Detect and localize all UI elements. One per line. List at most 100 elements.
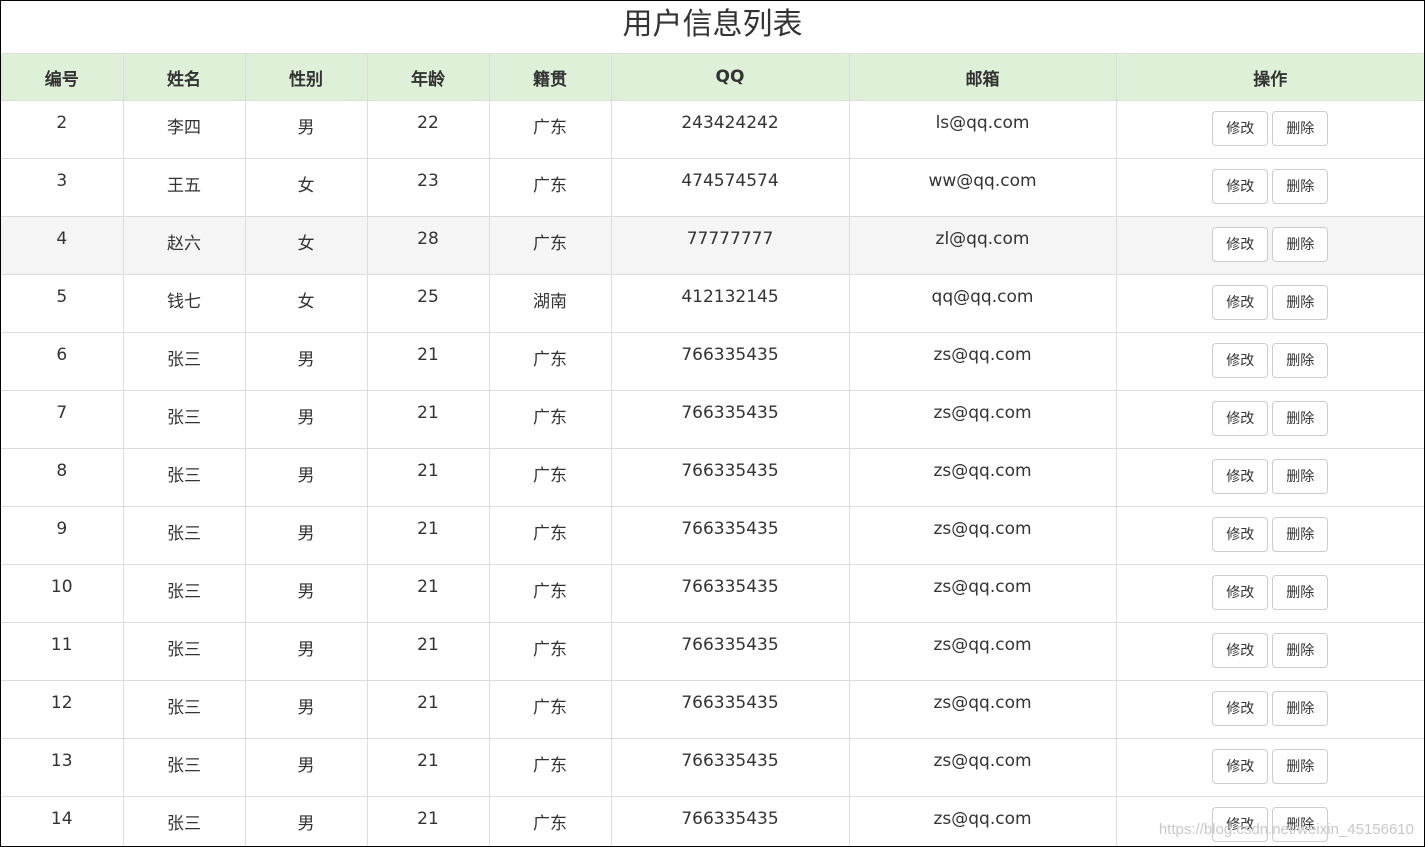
cell-hometown: 广东 bbox=[488, 448, 612, 507]
cell-name: 张三 bbox=[122, 390, 246, 449]
cell-name: 张三 bbox=[122, 622, 246, 681]
delete-button[interactable]: 删除 bbox=[1272, 633, 1329, 668]
cell-age-text: 21 bbox=[417, 751, 439, 771]
cell-name-text: 张三 bbox=[167, 466, 201, 486]
delete-button[interactable]: 删除 bbox=[1272, 111, 1329, 146]
table-row: 8 张三 男 21 广东 766335435 zs@qq.com 修改 删除 bbox=[1, 448, 1424, 507]
cell-email: qq@qq.com bbox=[848, 274, 1117, 333]
edit-button[interactable]: 修改 bbox=[1212, 111, 1269, 146]
cell-name-text: 张三 bbox=[167, 814, 201, 834]
edit-button[interactable]: 修改 bbox=[1212, 343, 1269, 378]
cell-name-text: 钱七 bbox=[167, 292, 201, 312]
cell-name: 钱七 bbox=[122, 274, 246, 333]
edit-button[interactable]: 修改 bbox=[1212, 459, 1269, 494]
header-id: 编号 bbox=[1, 53, 124, 101]
delete-button[interactable]: 删除 bbox=[1272, 227, 1329, 262]
delete-button[interactable]: 删除 bbox=[1272, 749, 1329, 784]
cell-gender: 男 bbox=[244, 564, 368, 623]
delete-button[interactable]: 删除 bbox=[1272, 343, 1329, 378]
cell-email-text: zs@qq.com bbox=[933, 519, 1032, 539]
cell-hometown-text: 广东 bbox=[533, 524, 567, 544]
cell-age: 21 bbox=[366, 390, 490, 449]
cell-hometown: 广东 bbox=[488, 158, 612, 217]
table-row: 6 张三 男 21 广东 766335435 zs@qq.com 修改 删除 bbox=[1, 332, 1424, 391]
cell-email: zs@qq.com bbox=[848, 390, 1117, 449]
row-actions: 修改 删除 bbox=[1117, 739, 1425, 784]
cell-actions: 修改 删除 bbox=[1115, 680, 1425, 739]
edit-button[interactable]: 修改 bbox=[1212, 285, 1269, 320]
cell-qq: 766335435 bbox=[610, 564, 850, 623]
cell-id: 13 bbox=[1, 738, 124, 797]
cell-age-text: 21 bbox=[417, 693, 439, 713]
cell-email-text: zs@qq.com bbox=[933, 809, 1032, 829]
cell-age: 23 bbox=[366, 158, 490, 217]
cell-age-text: 21 bbox=[417, 809, 439, 829]
cell-hometown: 广东 bbox=[488, 622, 612, 681]
table-row: 4 赵六 女 28 广东 77777777 zl@qq.com 修改 删除 bbox=[1, 216, 1425, 275]
cell-email-text: zs@qq.com bbox=[933, 751, 1032, 771]
cell-id-text: 3 bbox=[56, 171, 68, 191]
cell-actions: 修改 删除 bbox=[1115, 448, 1424, 507]
cell-name-text: 张三 bbox=[167, 756, 201, 776]
row-actions: 修改 删除 bbox=[1117, 391, 1425, 436]
cell-hometown: 广东 bbox=[488, 738, 612, 797]
cell-name-text: 张三 bbox=[167, 524, 201, 544]
edit-button[interactable]: 修改 bbox=[1212, 169, 1269, 204]
header-hometown: 籍贯 bbox=[488, 53, 612, 101]
cell-email-text: zs@qq.com bbox=[933, 635, 1032, 655]
cell-qq-text: 766335435 bbox=[681, 461, 779, 481]
table-row: 5 钱七 女 25 湖南 412132145 qq@qq.com 修改 删除 bbox=[1, 274, 1424, 333]
cell-age: 21 bbox=[366, 506, 490, 565]
cell-gender-text: 男 bbox=[297, 118, 315, 138]
cell-id-text: 4 bbox=[56, 229, 68, 249]
cell-age: 21 bbox=[366, 622, 490, 681]
table-row: 13 张三 男 21 广东 766335435 zs@qq.com 修改 删除 bbox=[1, 738, 1425, 797]
delete-button[interactable]: 删除 bbox=[1272, 401, 1329, 436]
cell-id: 9 bbox=[1, 506, 124, 565]
row-actions: 修改 删除 bbox=[1117, 159, 1425, 204]
cell-actions: 修改 删除 bbox=[1115, 564, 1424, 623]
delete-button[interactable]: 删除 bbox=[1272, 285, 1329, 320]
cell-age-text: 21 bbox=[417, 345, 439, 365]
cell-age: 25 bbox=[366, 274, 490, 333]
table-row: 10 张三 男 21 广东 766335435 zs@qq.com 修改 删除 bbox=[1, 564, 1424, 623]
edit-button[interactable]: 修改 bbox=[1212, 401, 1269, 436]
cell-gender: 男 bbox=[244, 622, 368, 681]
cell-email-text: zs@qq.com bbox=[933, 461, 1032, 481]
cell-gender: 男 bbox=[244, 390, 368, 449]
cell-name-text: 张三 bbox=[167, 408, 201, 428]
delete-button[interactable]: 删除 bbox=[1272, 691, 1329, 726]
delete-button[interactable]: 删除 bbox=[1272, 459, 1329, 494]
cell-gender-text: 男 bbox=[297, 466, 315, 486]
cell-qq: 412132145 bbox=[610, 274, 850, 333]
cell-email-text: ww@qq.com bbox=[928, 171, 1037, 191]
row-actions: 修改 删除 bbox=[1117, 217, 1425, 262]
cell-hometown: 广东 bbox=[488, 390, 612, 449]
delete-button[interactable]: 删除 bbox=[1272, 169, 1329, 204]
edit-button[interactable]: 修改 bbox=[1212, 691, 1269, 726]
table-row: 7 张三 男 21 广东 766335435 zs@qq.com 修改 删除 bbox=[1, 390, 1425, 449]
table-row: 11 张三 男 21 广东 766335435 zs@qq.com 修改 删除 bbox=[1, 622, 1424, 681]
edit-button[interactable]: 修改 bbox=[1212, 517, 1269, 552]
cell-hometown-text: 广东 bbox=[533, 466, 567, 486]
cell-qq-text: 766335435 bbox=[681, 693, 779, 713]
cell-gender: 男 bbox=[244, 738, 368, 797]
cell-qq-text: 243424242 bbox=[681, 113, 779, 133]
cell-qq-text: 77777777 bbox=[686, 229, 774, 249]
cell-name-text: 张三 bbox=[167, 350, 201, 370]
cell-id-text: 7 bbox=[56, 403, 68, 423]
cell-name-text: 张三 bbox=[167, 698, 201, 718]
cell-age-text: 21 bbox=[417, 403, 439, 423]
delete-button[interactable]: 删除 bbox=[1272, 575, 1329, 610]
edit-button[interactable]: 修改 bbox=[1212, 633, 1269, 668]
cell-id: 5 bbox=[1, 274, 124, 333]
edit-button[interactable]: 修改 bbox=[1212, 749, 1269, 784]
edit-button[interactable]: 修改 bbox=[1212, 575, 1269, 610]
cell-gender-text: 男 bbox=[297, 408, 315, 428]
row-actions: 修改 删除 bbox=[1117, 681, 1425, 726]
cell-email: zs@qq.com bbox=[848, 738, 1117, 797]
edit-button[interactable]: 修改 bbox=[1212, 227, 1269, 262]
delete-button[interactable]: 删除 bbox=[1272, 517, 1329, 552]
cell-name-text: 赵六 bbox=[167, 234, 201, 254]
cell-qq-text: 766335435 bbox=[681, 577, 779, 597]
